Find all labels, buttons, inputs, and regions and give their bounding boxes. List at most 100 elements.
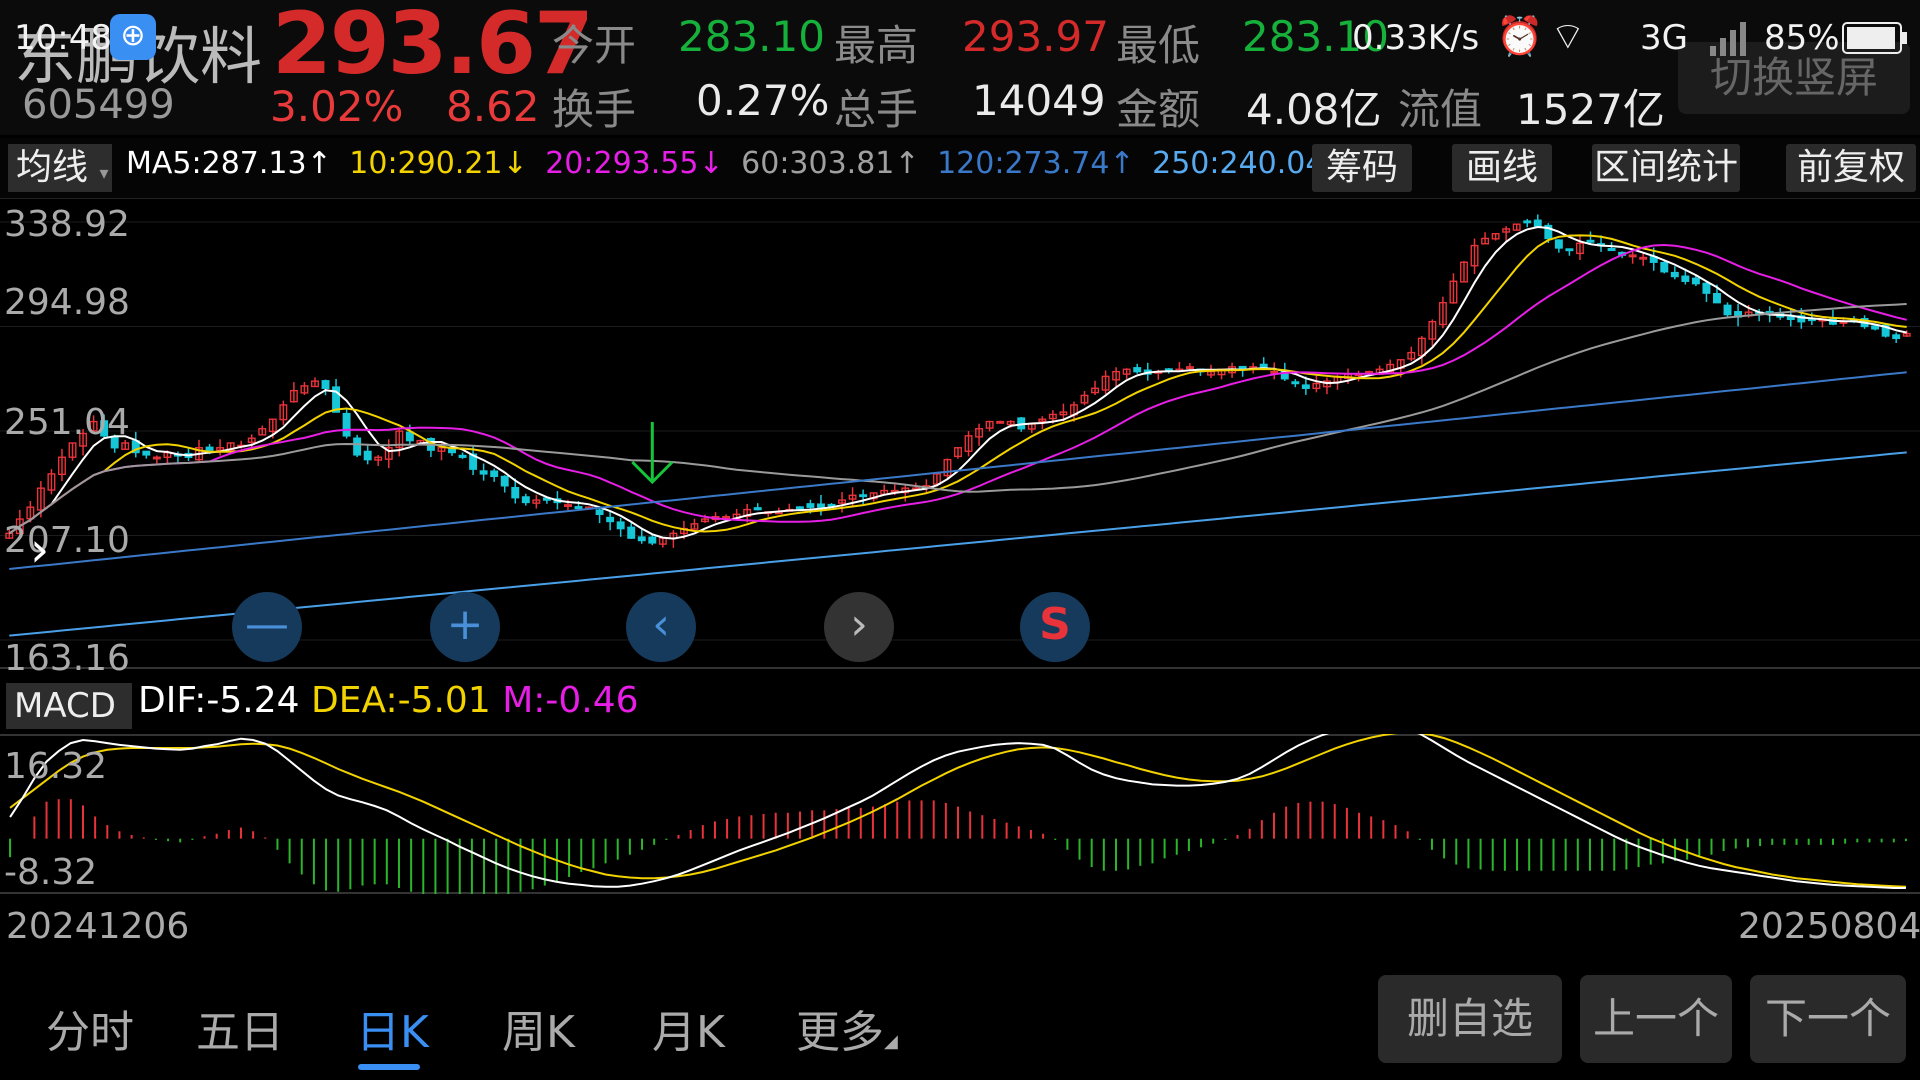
status-bar: 10:48 ⊕ 0.33K/s ⏰ ⌔ 3G 85%	[0, 14, 1920, 64]
candle-body	[321, 380, 330, 389]
candle-body	[648, 536, 657, 544]
candle-body	[1871, 325, 1880, 330]
macd-y-top: 16.32	[4, 746, 108, 787]
candle-body	[806, 503, 815, 508]
candle-body	[1660, 261, 1669, 273]
tab-more-label: 更多	[796, 1007, 884, 1058]
alarm-icon: ⏰	[1496, 14, 1544, 58]
candle-body	[1607, 247, 1616, 252]
candle-body	[859, 494, 868, 498]
ma20-value: 20:293.55↓	[545, 146, 724, 181]
candle-body	[1291, 381, 1300, 385]
change-amount: 8.62	[446, 82, 540, 131]
adjust-button[interactable]: 前复权	[1786, 144, 1916, 192]
stock-code: 605499	[22, 82, 175, 128]
battery-icon	[1842, 22, 1908, 63]
scroll-right-button[interactable]: ›	[824, 592, 894, 662]
candle-body	[458, 454, 467, 458]
candle-body	[574, 506, 583, 509]
float-label: 流值	[1398, 85, 1483, 134]
change-percent: 3.02%	[270, 82, 404, 131]
candle-body	[1723, 304, 1732, 316]
ma-values: MA5:287.13↑ 10:290.21↓ 20:293.55↓ 60:303…	[126, 146, 1358, 181]
y-tick-4: 207.10	[4, 520, 130, 561]
candle-body	[637, 536, 646, 542]
signal-icon	[1710, 20, 1750, 56]
ma5-value: MA5:287.13↑	[126, 146, 332, 181]
ma60-value: 60:303.81↑	[741, 146, 920, 181]
float-value: 1527亿	[1516, 85, 1665, 134]
candle-body	[1523, 220, 1532, 224]
candle-body	[1301, 384, 1310, 389]
date-start: 20241206	[6, 906, 190, 947]
tab-monthly-k[interactable]: 月K	[652, 996, 725, 1060]
dea-value: DEA:-5.01	[310, 680, 491, 721]
candle-body	[627, 526, 636, 539]
volume-label: 总手	[834, 85, 919, 134]
zoom-in-button[interactable]: +	[430, 592, 500, 662]
previous-stock-button[interactable]: 上一个	[1580, 975, 1732, 1063]
candle-body	[448, 448, 456, 454]
draw-line-button[interactable]: 画线	[1452, 144, 1552, 192]
candle-body	[511, 486, 520, 499]
network-type: 3G	[1640, 18, 1688, 58]
candle-body	[1565, 248, 1574, 252]
candle-body	[521, 496, 530, 504]
candle-body	[1713, 293, 1721, 304]
candle-body	[363, 450, 372, 461]
tab-intraday[interactable]: 分时	[46, 996, 134, 1060]
candle-body	[616, 521, 625, 530]
candle-body	[405, 431, 414, 442]
macd-selector-label: MACD	[14, 686, 116, 726]
dif-value: DIF:-5.24	[138, 680, 300, 721]
m-value: M:-0.46	[502, 680, 639, 721]
candle-body	[816, 503, 825, 508]
battery-percent: 85%	[1764, 18, 1840, 58]
status-time: 10:48	[14, 18, 112, 58]
scroll-left-button[interactable]: ‹	[626, 592, 696, 662]
candle-body	[606, 516, 615, 523]
candle-body	[490, 470, 499, 477]
turnover-value: 0.27%	[696, 76, 830, 125]
next-stock-button[interactable]: 下一个	[1750, 975, 1906, 1063]
candle-body	[1702, 282, 1711, 294]
candle-body	[1133, 367, 1142, 373]
candle-body	[1533, 219, 1542, 228]
chips-button[interactable]: 筹码	[1312, 144, 1412, 192]
candle-body	[795, 506, 804, 510]
amount-label: 金额	[1116, 85, 1201, 134]
zoom-out-button[interactable]: —	[232, 592, 302, 662]
candle-body	[479, 470, 488, 475]
volume-value: 14049	[972, 76, 1106, 125]
candle-body	[342, 412, 351, 437]
wifi-icon: ⌔	[1550, 14, 1586, 58]
macd-y-bottom: -8.32	[4, 852, 98, 893]
tab-more[interactable]: 更多◢	[796, 996, 898, 1060]
tab-daily-k[interactable]: 日K	[356, 996, 429, 1060]
ma10-value: 10:290.21↓	[349, 146, 528, 181]
candle-body	[753, 507, 762, 511]
tab-five-day[interactable]: 五日	[196, 996, 284, 1060]
ma-selector[interactable]: 均线 ▾	[8, 144, 112, 192]
collapse-icon[interactable]: S	[1020, 592, 1090, 662]
candle-body	[1892, 334, 1901, 340]
macd-selector[interactable]: MACD ▾	[6, 683, 132, 768]
candle-body	[353, 437, 362, 456]
amount-value: 4.08亿	[1246, 85, 1382, 134]
turnover-label: 换手	[552, 85, 637, 134]
tab-weekly-k[interactable]: 周K	[502, 996, 575, 1060]
remove-watchlist-button[interactable]: 删自选	[1378, 975, 1562, 1063]
network-speed: 0.33K/s	[1352, 18, 1480, 58]
app-notification-icon: ⊕	[110, 14, 156, 60]
candle-body	[1691, 277, 1700, 285]
candle-body	[500, 475, 509, 487]
range-stats-button[interactable]: 区间统计	[1592, 144, 1740, 192]
y-tick-1: 338.92	[4, 204, 130, 245]
macd-background	[0, 734, 1920, 894]
macd-chart[interactable]	[0, 734, 1920, 894]
dropdown-icon: ▾	[99, 163, 109, 184]
expand-icon[interactable]: ›	[30, 522, 49, 578]
y-tick-5: 163.16	[4, 638, 130, 679]
candle-body	[1586, 239, 1595, 243]
candle-body	[205, 446, 214, 451]
